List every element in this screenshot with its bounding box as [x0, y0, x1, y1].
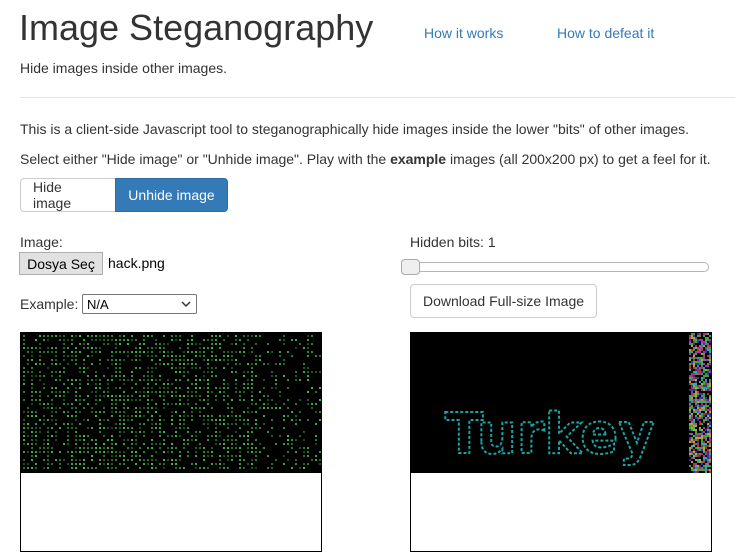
intro-line-2-prefix: Select either "Hide image" or "Unhide im… [20, 151, 391, 167]
intro-line-2-bold: example [390, 151, 447, 167]
revealed-image-canvas: Turkey [410, 332, 712, 552]
file-name: hack.png [108, 255, 165, 271]
intro-line-2-suffix: images (all 200x200 px) to get a feel fo… [446, 151, 711, 167]
file-choose-button[interactable]: Dosya Seç [19, 252, 103, 275]
page-title: Image Steganography [19, 7, 374, 48]
intro-line-1: This is a client-side Javascript tool to… [20, 121, 690, 137]
example-label: Example: [20, 296, 79, 312]
hidden-bits-slider[interactable] [401, 262, 709, 272]
page-subtitle: Hide images inside other images. [20, 60, 227, 76]
download-full-size-button[interactable]: Download Full-size Image [410, 284, 597, 318]
chevron-down-icon [181, 301, 191, 308]
intro-line-2: Select either "Hide image" or "Unhide im… [20, 150, 711, 168]
how-to-defeat-it-link[interactable]: How to defeat it [557, 24, 654, 42]
mode-toggle-group: Hide image Unhide image [20, 178, 228, 212]
how-it-works-link[interactable]: How it works [424, 24, 503, 42]
header-divider [20, 97, 735, 98]
hidden-bits-slider-thumb[interactable] [401, 259, 420, 275]
matrix-code-image [21, 333, 321, 551]
example-select-value: N/A [87, 296, 109, 312]
turkey-overlay-text: Turkey [445, 402, 655, 467]
image-label: Image: [20, 234, 63, 250]
unhide-image-button[interactable]: Unhide image [115, 178, 228, 212]
hide-image-button[interactable]: Hide image [20, 178, 116, 212]
revealed-image: Turkey [411, 333, 711, 551]
example-select[interactable]: N/A [82, 294, 197, 314]
source-image-canvas [20, 332, 322, 552]
hidden-bits-label: Hidden bits: 1 [410, 234, 496, 250]
